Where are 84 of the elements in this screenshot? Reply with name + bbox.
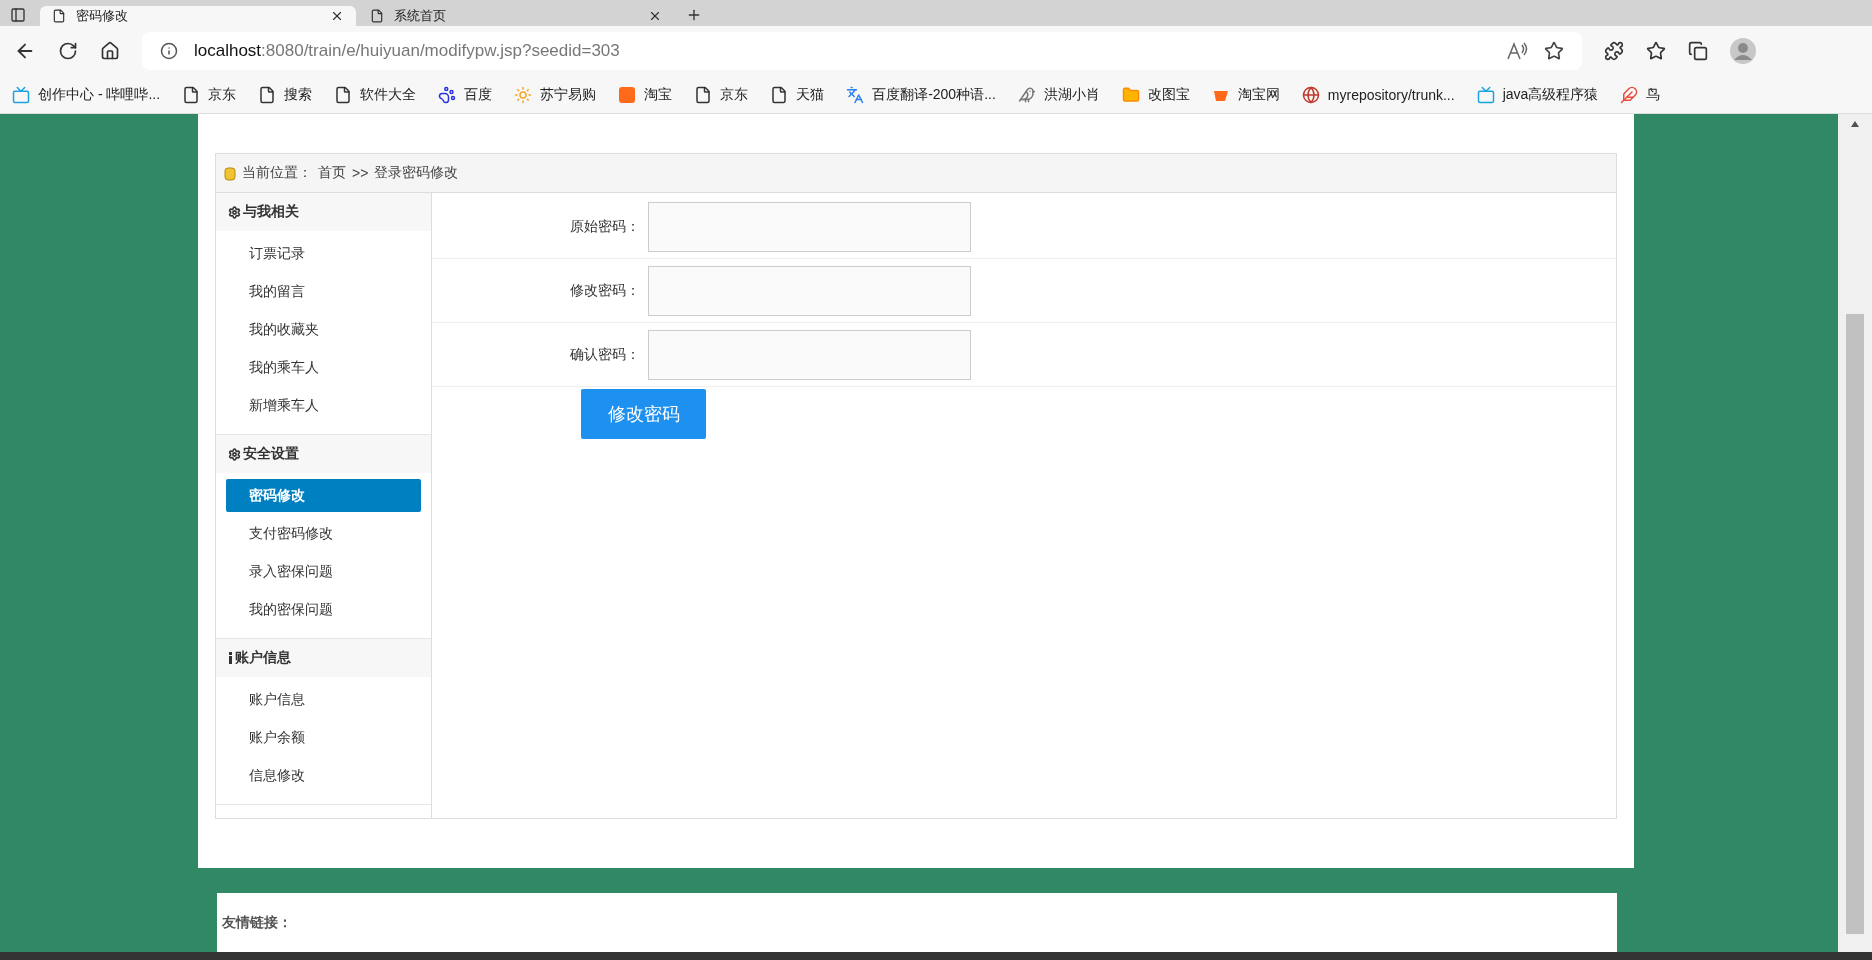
sidebar-item[interactable]: 我的收藏夹: [226, 313, 421, 346]
favorites-icon[interactable]: [1646, 41, 1666, 61]
bookmark-link[interactable]: 改图宝: [1147, 85, 1190, 104]
address-bar[interactable]: localhost:8080/train/e/huiyuan/modifypw.jsp?seedid=303: [142, 32, 1582, 70]
breadcrumb-current: 登录密码修改: [374, 164, 459, 182]
bookmark-link[interactable]: 淘宝网: [1237, 85, 1280, 104]
paw-icon: [438, 85, 457, 104]
close-icon[interactable]: [648, 9, 662, 23]
bookmark-link[interactable]: 洪湖小肖: [1043, 85, 1100, 104]
breadcrumb-label: 当前位置：: [242, 164, 312, 182]
scroll-up-icon[interactable]: [1850, 120, 1860, 128]
medal-icon: [224, 165, 236, 181]
info-icon: [228, 652, 233, 664]
sidebar-item[interactable]: 支付密码修改: [226, 517, 421, 550]
sidebar-toggle-icon[interactable]: [10, 7, 26, 23]
favorite-star-icon[interactable]: [1544, 41, 1564, 61]
profile-avatar-icon[interactable]: [1730, 38, 1756, 64]
bookmark-link[interactable]: 京东: [208, 85, 237, 104]
breadcrumb-separator: >>: [352, 165, 369, 181]
bookmark-link[interactable]: java高级程序猿: [1502, 85, 1599, 104]
sidebar-item[interactable]: 我的乘车人: [226, 351, 421, 384]
translate-icon: [846, 85, 865, 104]
sidebar-item[interactable]: 订票记录: [226, 237, 421, 270]
footer-title: 友情链接：: [222, 914, 292, 930]
sidebar-item[interactable]: 录入密保问题: [226, 555, 421, 588]
sidebar-item[interactable]: 信息修改: [226, 759, 421, 792]
gear-icon: [228, 205, 241, 219]
bookmark-link[interactable]: 天猫: [796, 85, 825, 104]
bookmark-link[interactable]: 搜索: [284, 85, 313, 104]
page-icon: [370, 9, 384, 23]
field-label: 修改密码：: [569, 281, 641, 300]
password-field[interactable]: [648, 265, 971, 316]
globe-icon: [1301, 85, 1320, 104]
sidebar-item[interactable]: 我的密保问题: [226, 593, 421, 626]
page-icon: [694, 85, 713, 104]
bookmark-link[interactable]: 创作中心 - 哔哩哔...: [38, 85, 161, 104]
gear-icon: [228, 447, 241, 461]
sidebar-item[interactable]: 账户余额: [226, 721, 421, 754]
bookmark-link[interactable]: 京东: [720, 85, 749, 104]
page-icon: [334, 85, 353, 104]
close-icon[interactable]: [330, 9, 344, 23]
home-icon[interactable]: [100, 41, 120, 61]
page-icon: [182, 85, 201, 104]
scrollbar[interactable]: [1838, 114, 1872, 952]
sidebar-heading: 与我相关: [216, 193, 431, 231]
collections-icon[interactable]: [1688, 41, 1708, 61]
feather-icon: [1620, 85, 1639, 104]
sidebar-heading: 安全设置: [216, 435, 431, 473]
bookmark-link[interactable]: 鸟: [1646, 85, 1661, 104]
browser-tab[interactable]: 系统首页: [358, 6, 674, 26]
info-icon: [160, 42, 178, 60]
sidebar-item[interactable]: 新增乘车人: [226, 389, 421, 422]
bookmark-link[interactable]: 百度: [464, 85, 493, 104]
folder-icon: [1121, 85, 1140, 104]
bird-icon: [1017, 85, 1036, 104]
field-label: 确认密码：: [569, 345, 641, 364]
password-field[interactable]: [648, 201, 971, 252]
breadcrumb-link[interactable]: 首页: [318, 164, 346, 182]
sidebar-heading: 账户信息: [216, 639, 431, 677]
bookmark-link[interactable]: 淘宝: [644, 85, 673, 104]
bookmark-link[interactable]: 软件大全: [360, 85, 417, 104]
tv-icon: [12, 85, 30, 104]
field-label: 原始密码：: [569, 217, 641, 236]
new-tab-icon[interactable]: [686, 7, 702, 23]
page-icon: [258, 85, 277, 104]
password-field[interactable]: [648, 329, 971, 380]
sun-icon: [514, 85, 533, 104]
extensions-icon[interactable]: [1604, 41, 1624, 61]
tv-icon: [1476, 85, 1495, 104]
url-host: localhost: [194, 41, 262, 61]
read-aloud-icon[interactable]: [1506, 41, 1528, 61]
page-icon: [52, 9, 66, 23]
sidebar-item[interactable]: 我的留言: [226, 275, 421, 308]
bookmark-link[interactable]: myrepository/trunk...: [1327, 86, 1455, 103]
sidebar-item[interactable]: 账户信息: [226, 683, 421, 716]
reload-icon[interactable]: [58, 41, 78, 61]
scroll-thumb[interactable]: [1846, 314, 1864, 934]
sidebar-item[interactable]: 密码修改: [226, 479, 421, 512]
page-icon: [770, 85, 789, 104]
bookmark-link[interactable]: 百度翻译-200种语...: [872, 85, 996, 104]
tile-icon: [618, 85, 637, 104]
browser-tab[interactable]: 密码修改: [40, 6, 356, 26]
bookmark-link[interactable]: 苏宁易购: [540, 85, 597, 104]
url-path: :8080/train/e/huiyuan/modifypw.jsp?seedid=303: [261, 41, 620, 61]
